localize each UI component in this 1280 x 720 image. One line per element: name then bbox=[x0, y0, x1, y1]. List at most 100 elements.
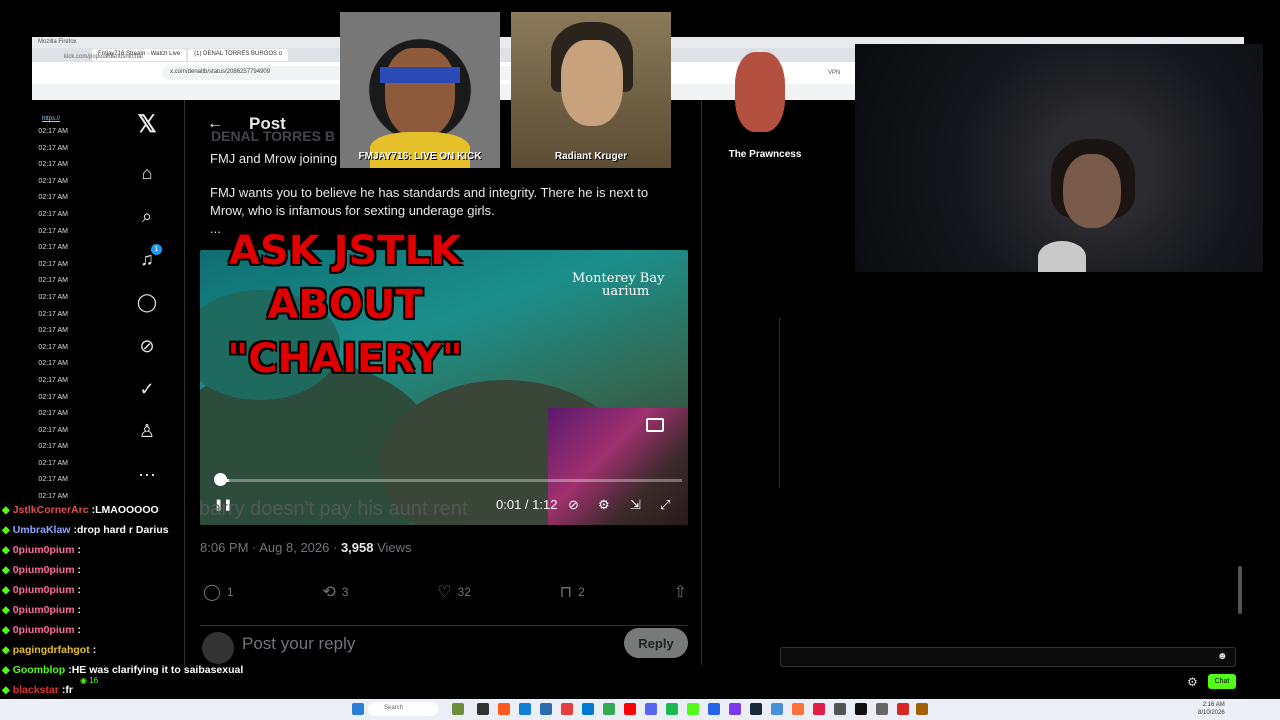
chat-username[interactable]: 0pium0pium bbox=[13, 624, 75, 636]
avatar-face bbox=[385, 48, 455, 138]
microphone bbox=[1038, 241, 1086, 273]
repost-action[interactable]: ⟲ 3 bbox=[322, 582, 348, 602]
spotify-icon[interactable] bbox=[666, 703, 678, 715]
firefox-icon[interactable] bbox=[498, 703, 510, 715]
chat-username[interactable]: 0pium0pium bbox=[13, 544, 75, 556]
post-text: FMJ wants you to believe he has standard… bbox=[210, 185, 649, 218]
avatar-card-kruger: Radiant Kruger bbox=[511, 12, 671, 168]
emoji-icon[interactable]: ☻ bbox=[1217, 651, 1228, 662]
reply-button[interactable]: Reply bbox=[624, 628, 688, 658]
x-logo-icon[interactable]: 𝕏 bbox=[136, 111, 158, 138]
badge-icon: ◆ bbox=[2, 544, 10, 556]
pip-icon[interactable] bbox=[646, 418, 664, 432]
avatar-label: FMJAY716: LIVE ON KICK bbox=[358, 151, 482, 162]
like-action[interactable]: ♡ 32 bbox=[437, 582, 471, 602]
avatar-card-prawncess: The Prawncess bbox=[705, 12, 825, 164]
notifications-icon[interactable]: ♫ 1 bbox=[136, 244, 162, 270]
chat-message: ◆ 0pium0pium: bbox=[2, 604, 82, 616]
reply-composer: Post your reply Reply bbox=[200, 625, 688, 665]
fullscreen-icon[interactable]: ⤢ bbox=[660, 497, 670, 513]
kick-icon[interactable] bbox=[687, 703, 699, 715]
app-icon[interactable] bbox=[708, 703, 720, 715]
popout-icon[interactable]: ⇲ bbox=[630, 497, 641, 513]
steam-icon[interactable] bbox=[750, 703, 762, 715]
chat-timestamp: 02:17 AM bbox=[38, 293, 68, 301]
home-icon[interactable]: ⌂ bbox=[136, 162, 158, 184]
more-icon[interactable]: ⋯ bbox=[136, 464, 158, 486]
app-icon[interactable] bbox=[540, 703, 552, 715]
verified-icon[interactable]: ✓ bbox=[136, 378, 158, 400]
grok-icon[interactable]: ⊘ bbox=[136, 335, 158, 357]
chat-username[interactable]: 0pium0pium bbox=[13, 604, 75, 616]
gear-icon[interactable]: ⚙ bbox=[1187, 675, 1198, 689]
chat-message: ◆ 0pium0pium: bbox=[2, 624, 82, 636]
profile-icon[interactable]: ♙ bbox=[136, 420, 158, 442]
chat-username[interactable]: blackstar bbox=[13, 684, 59, 696]
settings-app-icon[interactable] bbox=[876, 703, 888, 715]
share-action[interactable]: ⇧ bbox=[674, 582, 687, 602]
app-icon[interactable] bbox=[813, 703, 825, 715]
app-icon[interactable] bbox=[855, 703, 867, 715]
windows-start-icon[interactable] bbox=[352, 703, 364, 715]
app-icon[interactable] bbox=[477, 703, 489, 715]
search-icon[interactable]: ⌕ bbox=[136, 205, 158, 227]
chat-timestamp: 02:17 AM bbox=[38, 210, 68, 218]
x-sidebar-nav: 𝕏 ⌂ ⌕ ♫ 1 ◯ ⊘ ✓ ♙ ⋯ bbox=[70, 100, 184, 520]
badge-icon: ◆ bbox=[2, 584, 10, 596]
chat-text: LMAOOOOO bbox=[95, 504, 159, 516]
timestamps-header[interactable]: https:// bbox=[32, 100, 70, 124]
app-icon[interactable] bbox=[519, 703, 531, 715]
tab-x-post[interactable]: (1) DENAL TORRES BURGOS o bbox=[188, 49, 289, 61]
app-icon[interactable] bbox=[916, 703, 928, 715]
chat-username[interactable]: UmbraKlaw bbox=[13, 524, 71, 536]
chat-timestamp: 02:17 AM bbox=[38, 227, 68, 235]
chat-timestamp: 02:17 AM bbox=[38, 327, 68, 335]
chat-timestamp: 02:17 AM bbox=[38, 476, 68, 484]
avatar-headband bbox=[380, 67, 460, 83]
chat-input[interactable] bbox=[780, 647, 1236, 667]
post-author[interactable]: DENAL TORRES B bbox=[211, 128, 335, 144]
webcam-feed bbox=[855, 44, 1263, 273]
chat-message: ◆ blackstar: fr bbox=[2, 684, 73, 696]
app-icon[interactable] bbox=[452, 703, 464, 715]
chat-username[interactable]: JstlkCornerArc bbox=[13, 504, 89, 516]
discord-icon[interactable] bbox=[645, 703, 657, 715]
taskbar-search[interactable]: Search bbox=[368, 702, 438, 716]
app-icon[interactable] bbox=[897, 703, 909, 715]
app-icon[interactable] bbox=[792, 703, 804, 715]
chat-send-button[interactable]: Chat bbox=[1208, 674, 1236, 689]
bookmark-action[interactable]: ⊓ 2 bbox=[560, 582, 585, 602]
edge-icon[interactable] bbox=[582, 703, 594, 715]
chrome-icon[interactable] bbox=[603, 703, 615, 715]
video-progress[interactable] bbox=[220, 479, 682, 482]
chat-message: ◆ 0pium0pium: bbox=[2, 584, 82, 596]
kick-chat-panel bbox=[780, 272, 1246, 665]
badge-icon: ◆ bbox=[2, 564, 10, 576]
video-progress-knob[interactable] bbox=[214, 473, 227, 486]
app-icon[interactable] bbox=[771, 703, 783, 715]
chat-overlay: ◆ JstlkCornerArc: LMAOOOOO ◆ UmbraKlaw: dro… bbox=[2, 500, 262, 720]
app-icon[interactable] bbox=[561, 703, 573, 715]
chat-username[interactable]: Goomblop bbox=[13, 664, 66, 676]
chat-username[interactable]: 0pium0pium bbox=[13, 564, 75, 576]
app-icon[interactable] bbox=[834, 703, 846, 715]
youtube-icon[interactable] bbox=[624, 703, 636, 715]
x-right-column bbox=[702, 100, 780, 665]
messages-icon[interactable]: ◯ bbox=[136, 291, 158, 313]
heart-icon: ♡ bbox=[437, 584, 452, 601]
avatar-shirt bbox=[370, 132, 470, 168]
chat-username[interactable]: 0pium0pium bbox=[13, 584, 75, 596]
mute-icon[interactable]: ⊘ bbox=[568, 497, 579, 513]
chat-username[interactable]: pagingdrfahgot bbox=[13, 644, 90, 656]
chat-text: HE was clarifying it to saibasexual bbox=[71, 664, 244, 676]
settings-icon[interactable]: ⚙ bbox=[598, 497, 610, 513]
system-clock[interactable]: 2:16 AM 8/10/2026 bbox=[1198, 701, 1225, 717]
badge-icon: ◆ bbox=[2, 504, 10, 516]
chat-scrollbar[interactable] bbox=[1238, 566, 1242, 614]
vpn-indicator[interactable]: VPN bbox=[828, 70, 840, 76]
avatar-card-fmjay: FMJAY716: LIVE ON KICK bbox=[340, 12, 500, 168]
badge-icon: ◆ bbox=[2, 604, 10, 616]
avatar-body bbox=[735, 52, 785, 132]
chat-timestamp: 02:17 AM bbox=[38, 393, 68, 401]
app-icon[interactable] bbox=[729, 703, 741, 715]
